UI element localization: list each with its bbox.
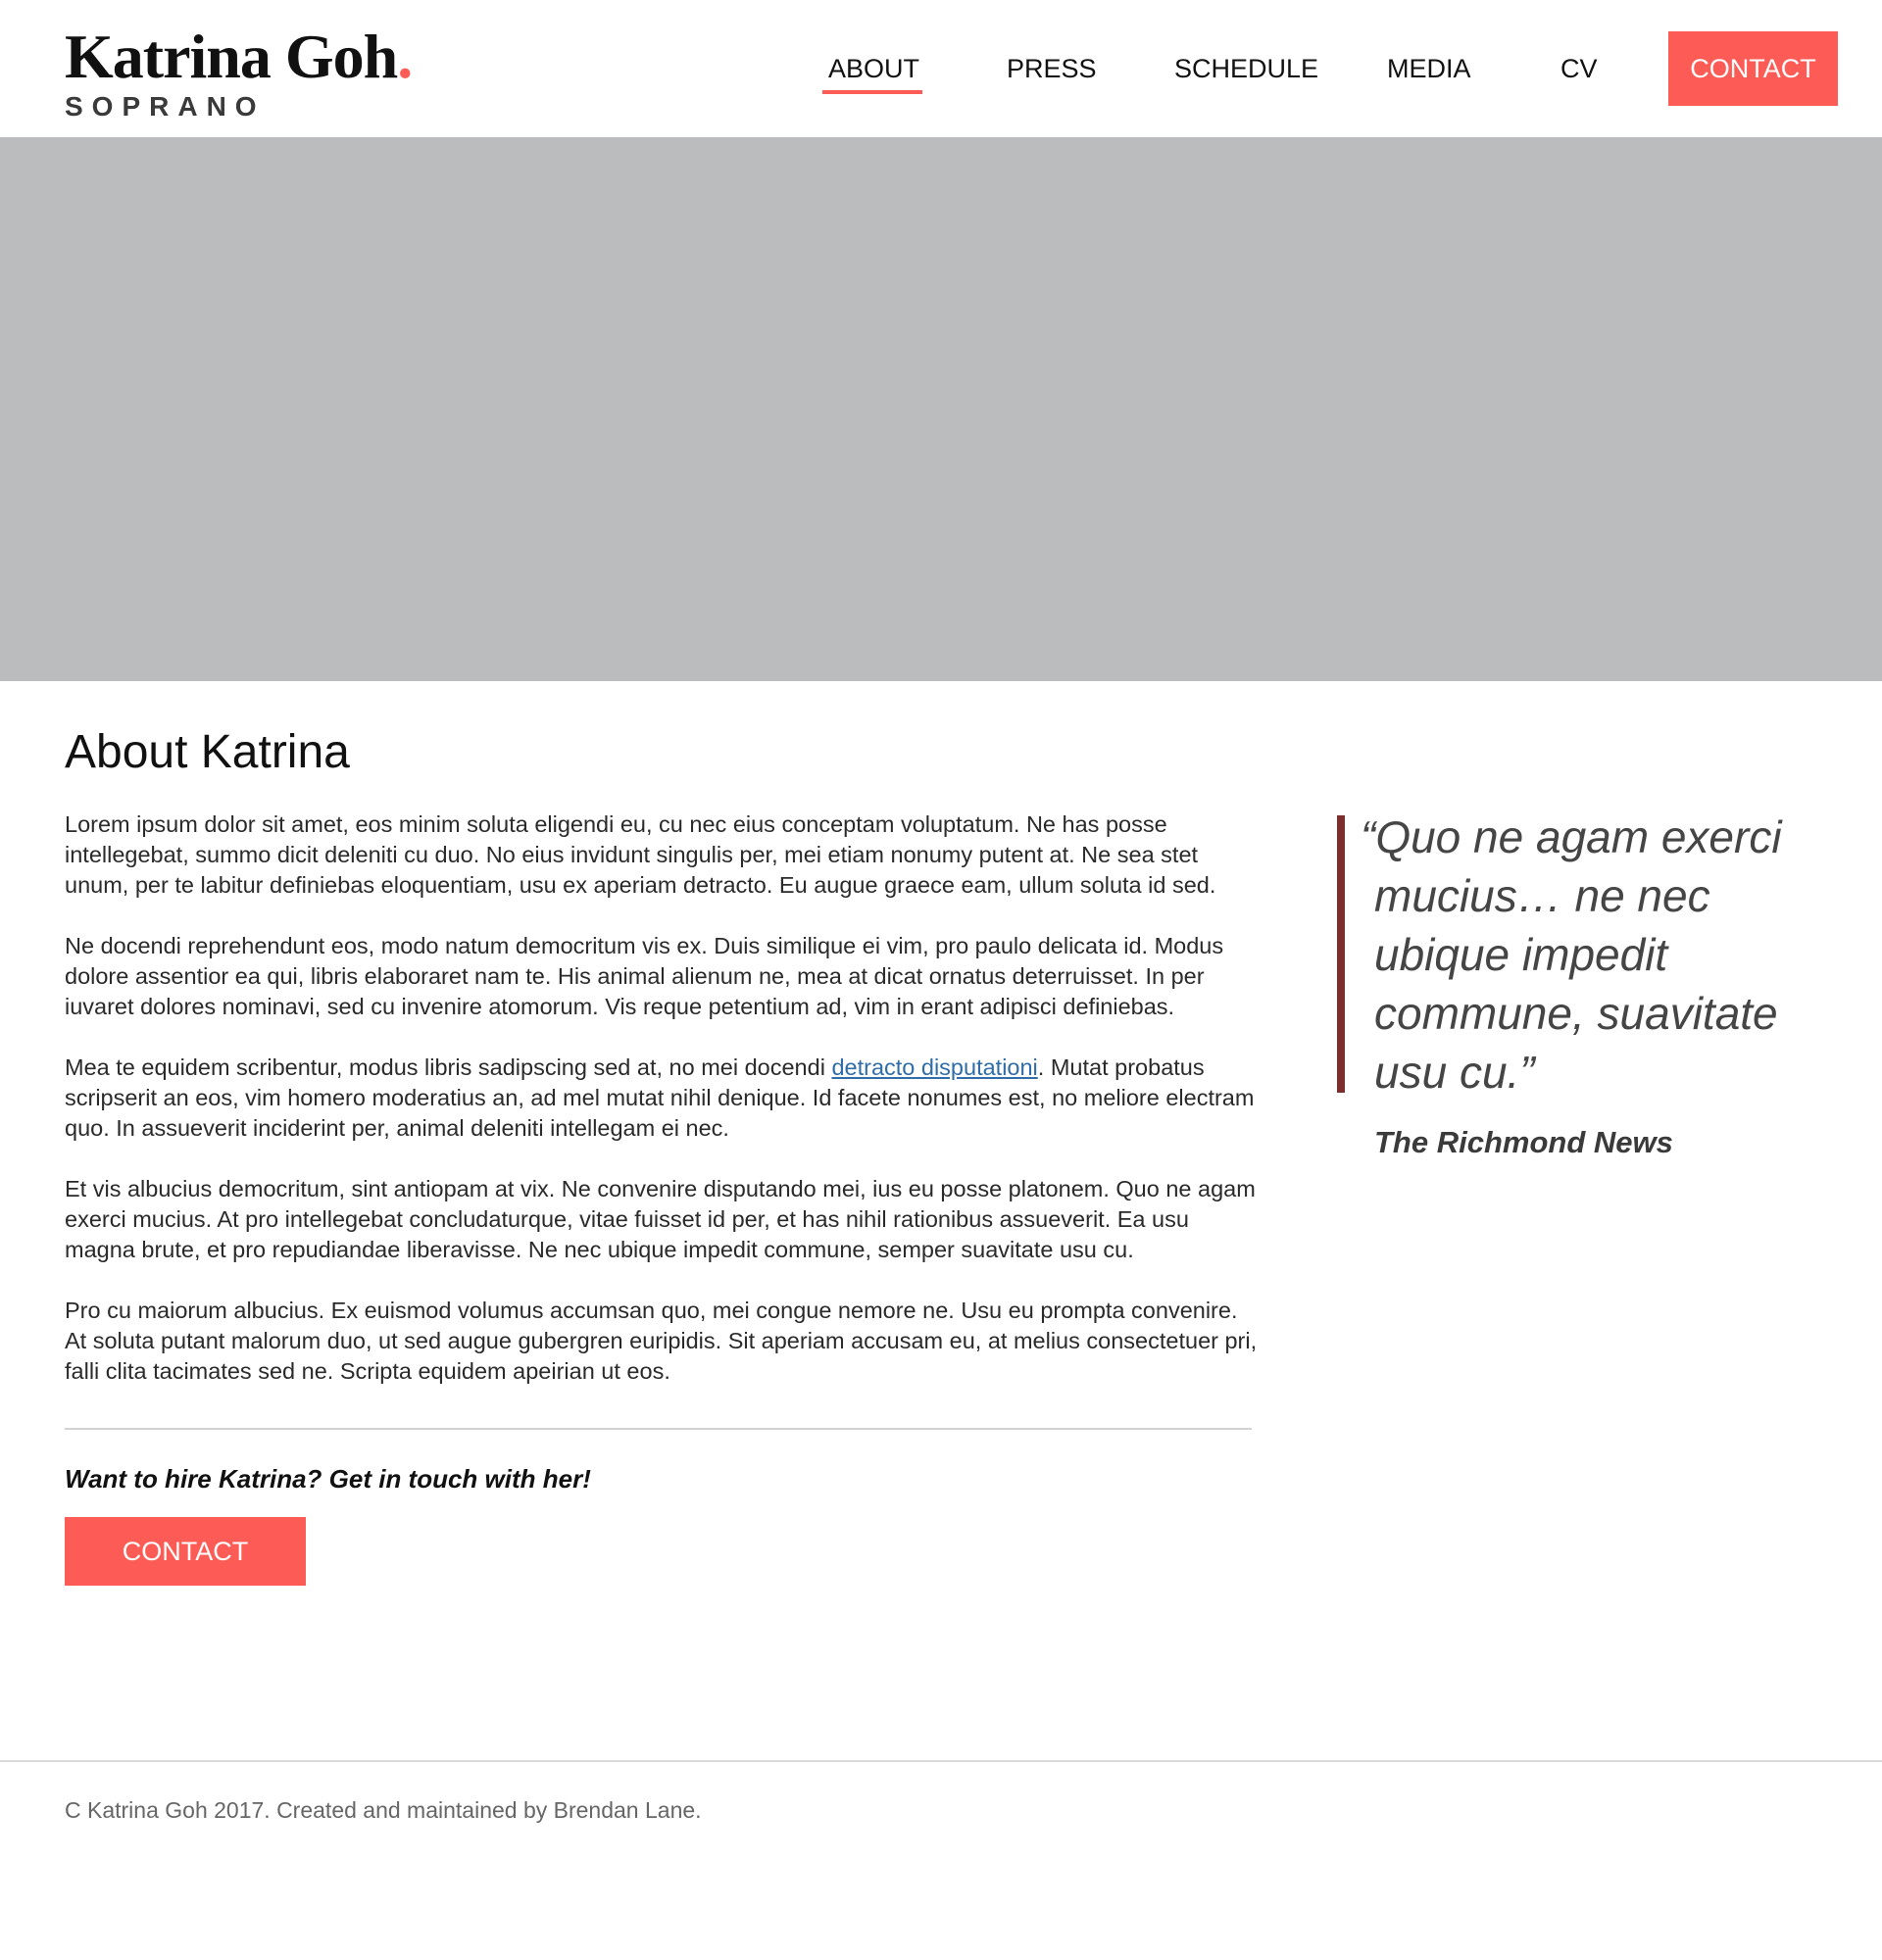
nav-contact-button[interactable]: CONTACT	[1668, 31, 1838, 106]
press-quote: “Quo ne agam exerci mucius… ne nec ubiqu…	[1337, 811, 1847, 1159]
main-nav: ABOUT PRESS SCHEDULE MEDIA CV CONTACT	[0, 31, 1882, 106]
nav-item-schedule[interactable]: SCHEDULE	[1174, 51, 1318, 86]
divider	[65, 1428, 1252, 1430]
about-body: Lorem ipsum dolor sit amet, eos minim so…	[65, 809, 1261, 1417]
paragraph: Et vis albucius democritum, sint antiopa…	[65, 1176, 1256, 1262]
paragraph: Ne docendi reprehendunt eos, modo natum …	[65, 933, 1224, 1019]
footer-divider	[0, 1760, 1882, 1762]
paragraph: Pro cu maiorum albucius. Ex euismod volu…	[65, 1298, 1258, 1384]
inline-link[interactable]: detracto disputationi	[831, 1054, 1037, 1080]
site-header: Katrina Goh. SOPRANO ABOUT PRESS SCHEDUL…	[0, 0, 1882, 137]
hero-image	[0, 137, 1882, 681]
nav-item-about[interactable]: ABOUT	[821, 51, 923, 94]
footer-copyright: C Katrina Goh 2017. Created and maintain…	[65, 1797, 702, 1823]
contact-button[interactable]: CONTACT	[65, 1517, 306, 1586]
nav-item-media[interactable]: MEDIA	[1387, 51, 1471, 86]
page-title: About Katrina	[65, 726, 350, 778]
hire-prompt: Want to hire Katrina? Get in touch with …	[65, 1464, 591, 1494]
quote-text: “Quo ne agam exerci mucius… ne nec ubiqu…	[1361, 811, 1782, 1098]
nav-item-cv[interactable]: CV	[1560, 51, 1598, 86]
paragraph: Lorem ipsum dolor sit amet, eos minim so…	[65, 811, 1216, 898]
paragraph: Mea te equidem scribentur, modus libris …	[65, 1054, 1255, 1141]
nav-item-press[interactable]: PRESS	[1007, 51, 1097, 86]
quote-source: The Richmond News	[1374, 1125, 1673, 1159]
